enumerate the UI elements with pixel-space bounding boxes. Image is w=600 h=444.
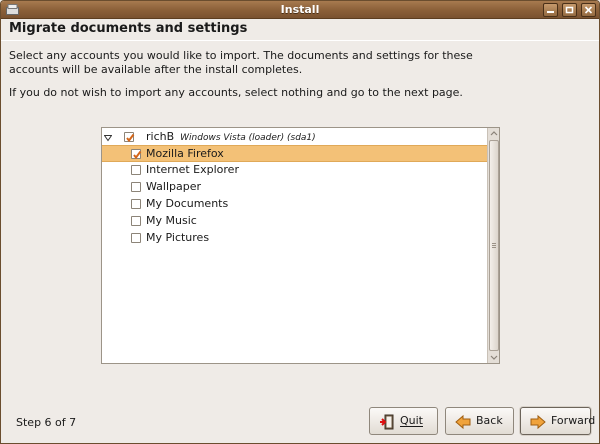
tree-row-account[interactable]: richB Windows Vista (loader) (sda1) [102,129,488,146]
window-title: Install [280,3,320,16]
scroll-down-icon[interactable] [489,352,499,363]
item-checkbox[interactable] [131,199,141,209]
item-checkbox[interactable] [131,149,142,160]
description-line-1: Select any accounts you would like to im… [9,49,473,62]
grip-line [492,245,496,246]
arrow-left-icon [455,414,471,440]
installer-window: Install Migrate documents and settings S… [0,0,600,444]
item-checkbox[interactable] [131,216,141,226]
item-label: My Documents [146,197,229,210]
expander-down-icon[interactable] [103,132,113,145]
description-text: Select any accounts you would like to im… [9,49,569,77]
grip-line [492,247,496,248]
item-label: Mozilla Firefox [146,147,224,160]
maximize-button[interactable] [562,3,577,17]
grip-line [492,243,496,244]
tree-row-item[interactable]: Wallpaper [102,179,488,196]
header-separator [1,40,599,41]
account-detail: Windows Vista (loader) (sda1) [180,133,316,143]
minimize-icon [547,11,554,13]
maximize-icon [565,6,574,14]
item-checkbox[interactable] [131,233,141,243]
tree-row-item[interactable]: My Documents [102,196,488,213]
quit-button[interactable]: Quit [369,407,438,435]
tree-row-item[interactable]: Mozilla Firefox [102,145,488,162]
scroll-up-icon[interactable] [489,128,499,139]
arrow-right-icon [530,414,546,440]
scrollbar-thumb[interactable] [489,140,499,351]
item-checkbox[interactable] [131,182,141,192]
accounts-tree[interactable]: richB Windows Vista (loader) (sda1) Mozil… [101,127,500,364]
tree-row-item[interactable]: Internet Explorer [102,162,488,179]
tree-row-item[interactable]: My Pictures [102,230,488,247]
item-checkbox[interactable] [131,165,141,175]
page-title: Migrate documents and settings [9,21,248,36]
item-label: My Music [146,214,197,227]
vertical-scrollbar[interactable] [487,128,499,363]
forward-button[interactable]: Forward [520,407,595,435]
close-icon [584,6,593,14]
account-name: richB [146,130,175,143]
item-label: Internet Explorer [146,163,239,176]
step-indicator: Step 6 of 7 [16,416,77,429]
back-button[interactable]: Back [445,407,514,435]
quit-label: Quit [400,414,423,427]
forward-label: Forward [551,414,596,427]
titlebar[interactable]: Install [1,1,599,19]
item-label: My Pictures [146,231,210,244]
close-button[interactable] [581,3,596,17]
account-checkbox[interactable] [124,132,135,143]
quit-icon [379,414,395,440]
account-label: richB Windows Vista (loader) (sda1) [146,130,316,143]
item-label: Wallpaper [146,180,202,193]
minimize-button[interactable] [543,3,558,17]
back-label: Back [476,414,503,427]
description-line-2: accounts will be available after the ins… [9,63,303,76]
instruction-text: If you do not wish to import any account… [9,86,463,99]
tree-row-item[interactable]: My Music [102,213,488,230]
